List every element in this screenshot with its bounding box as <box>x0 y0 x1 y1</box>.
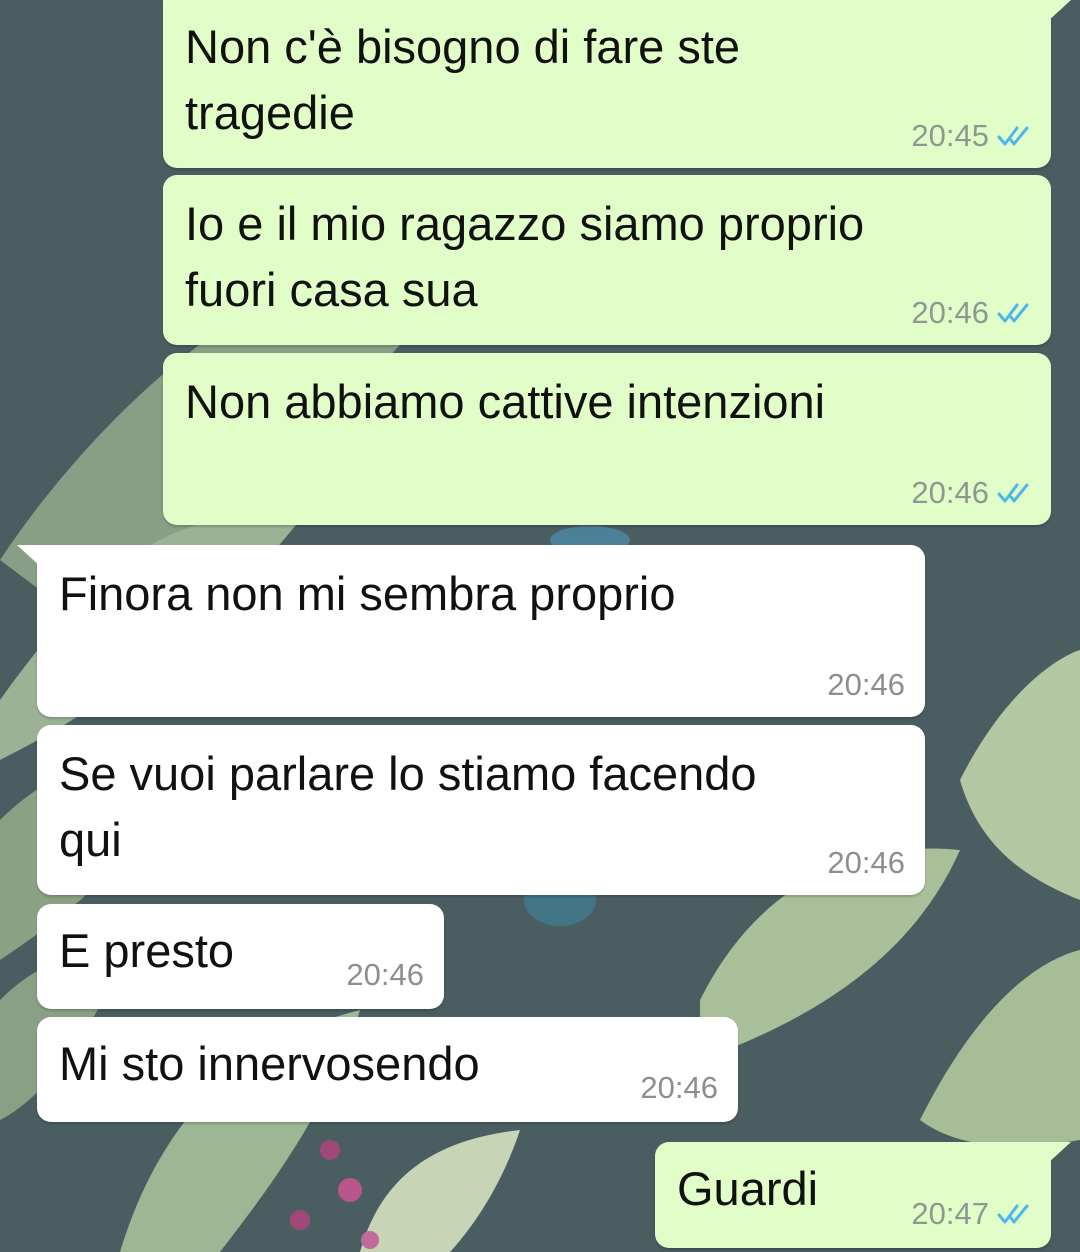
bubble-tail <box>1047 0 1071 22</box>
message-time: 20:46 <box>827 667 905 702</box>
double-check-icon <box>997 303 1029 323</box>
message-meta: 20:46 <box>346 957 424 993</box>
message-bubble-incoming[interactable]: Mi sto innervosendo 20:46 <box>37 1017 738 1122</box>
message-text: Io e il mio ragazzo siamo proprio fuori … <box>185 197 865 316</box>
message-text: Mi sto innervosendo <box>59 1037 480 1090</box>
message-time: 20:46 <box>911 475 989 510</box>
message-time: 20:46 <box>827 845 905 880</box>
message-time: 20:46 <box>640 1070 718 1105</box>
message-text: E presto <box>59 924 235 977</box>
message-bubble-incoming[interactable]: Finora non mi sembra proprio 20:46 <box>17 545 925 717</box>
message-meta: 20:45 <box>911 118 1031 154</box>
message-time: 20:46 <box>346 957 424 992</box>
bubble-tail <box>1047 1142 1071 1164</box>
message-meta: 20:46 <box>640 1070 718 1106</box>
message-bubble-incoming[interactable]: E presto 20:46 <box>37 904 444 1009</box>
message-time: 20:46 <box>911 295 989 330</box>
message-meta: 20:46 <box>911 475 1031 511</box>
message-meta: 20:46 <box>827 667 905 703</box>
message-time: 20:45 <box>911 118 989 153</box>
message-bubble-outgoing[interactable]: Guardi 20:47 <box>655 1142 1071 1248</box>
message-text: Se vuoi parlare lo stiamo facendo qui <box>59 747 757 866</box>
message-text: Guardi <box>677 1162 819 1215</box>
message-text: Non abbiamo cattive intenzioni <box>185 375 826 428</box>
message-bubble-incoming[interactable]: Se vuoi parlare lo stiamo facendo qui 20… <box>37 725 925 895</box>
double-check-icon <box>997 1204 1029 1224</box>
message-meta: 20:47 <box>911 1196 1031 1232</box>
message-bubble-outgoing[interactable]: Non c'è bisogno di fare ste tragedie 20:… <box>163 0 1071 168</box>
double-check-icon <box>997 126 1029 146</box>
bubble-tail <box>17 545 41 567</box>
message-bubble-outgoing[interactable]: Io e il mio ragazzo siamo proprio fuori … <box>163 175 1051 345</box>
message-time: 20:47 <box>911 1196 989 1231</box>
message-meta: 20:46 <box>911 295 1031 331</box>
message-text: Finora non mi sembra proprio <box>59 567 676 620</box>
double-check-icon <box>997 483 1029 503</box>
message-text: Non c'è bisogno di fare ste tragedie <box>185 20 741 139</box>
message-meta: 20:46 <box>827 845 905 881</box>
message-bubble-outgoing[interactable]: Non abbiamo cattive intenzioni 20:46 <box>163 353 1051 525</box>
